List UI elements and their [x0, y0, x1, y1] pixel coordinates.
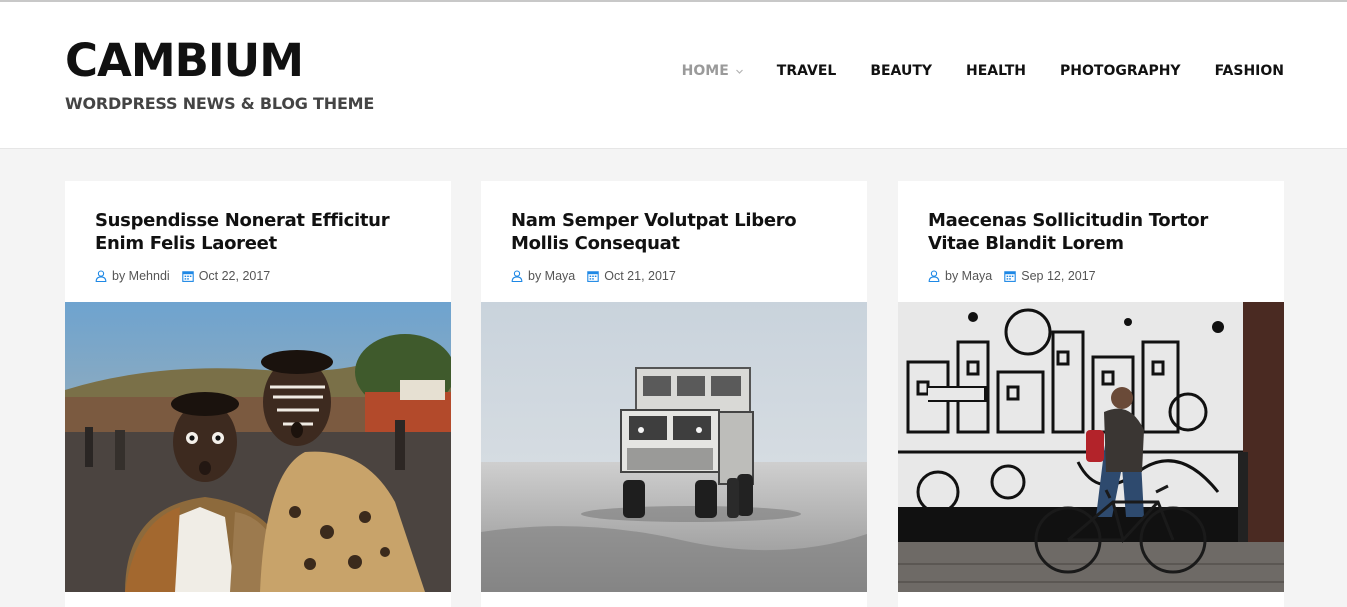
- nav-item-label: TRAVEL: [776, 63, 837, 79]
- post-title-link[interactable]: Suspendisse Nonerat Efficitur Enim Felis…: [95, 209, 425, 255]
- post-image-graffiti-cyclist: [898, 302, 1284, 592]
- calendar-icon: [181, 270, 194, 282]
- post-thumbnail[interactable]: [898, 302, 1284, 592]
- post-image-truck-snow: [481, 302, 867, 592]
- post-author-name: by Maya: [528, 269, 576, 283]
- post-thumbnail[interactable]: [481, 302, 867, 592]
- post-date-text: Oct 22, 2017: [198, 269, 271, 283]
- post-meta: by Maya Sep 12, 2017: [928, 269, 1108, 283]
- post-card: Nam Semper Volutpat Libero Mollis Conseq…: [481, 181, 867, 607]
- user-icon: [928, 270, 940, 282]
- nav-item-label: FASHION: [1214, 63, 1284, 79]
- site-tagline: WORDPRESS NEWS & BLOG THEME: [65, 94, 375, 113]
- post-date[interactable]: Oct 22, 2017: [181, 269, 271, 283]
- post-image-face-paint: [65, 302, 451, 592]
- calendar-icon: [1004, 270, 1016, 282]
- post-author-name: by Maya: [945, 269, 993, 283]
- branding: CAMBIUM WORDPRESS NEWS & BLOG THEME: [65, 36, 375, 114]
- site-title-link[interactable]: CAMBIUM: [65, 36, 374, 86]
- post-meta: by Maya Oct 21, 2017: [511, 269, 688, 283]
- post-author[interactable]: by Maya: [511, 269, 575, 283]
- calendar-icon: [587, 270, 599, 282]
- post-card: Suspendisse Nonerat Efficitur Enim Felis…: [65, 181, 451, 607]
- post-date-text: Sep 12, 2017: [1021, 269, 1096, 283]
- nav-item-travel[interactable]: TRAVEL: [777, 63, 837, 79]
- nav-item-label: PHOTOGRAPHY: [1060, 63, 1181, 79]
- main-navigation: HOME TRAVEL BEAUTY HEALTH PHOTOGRAPHY FA…: [682, 63, 1284, 79]
- post-date[interactable]: Oct 21, 2017: [587, 269, 676, 283]
- post-author[interactable]: by Mehndi: [95, 269, 170, 283]
- post-date-text: Oct 21, 2017: [604, 269, 676, 283]
- chevron-down-icon: [735, 68, 743, 75]
- post-author[interactable]: by Maya: [928, 269, 992, 283]
- post-title-link[interactable]: Nam Semper Volutpat Libero Mollis Conseq…: [511, 209, 841, 255]
- post-thumbnail[interactable]: [65, 302, 451, 592]
- nav-item-label: BEAUTY: [870, 63, 933, 79]
- nav-item-fashion[interactable]: FASHION: [1215, 63, 1284, 79]
- nav-item-home[interactable]: HOME: [682, 63, 743, 79]
- nav-item-photography[interactable]: PHOTOGRAPHY: [1060, 63, 1181, 79]
- nav-item-label: HOME: [681, 63, 729, 79]
- site-header: CAMBIUM WORDPRESS NEWS & BLOG THEME HOME…: [0, 2, 1347, 149]
- nav-item-health[interactable]: HEALTH: [966, 63, 1026, 79]
- post-card: Maecenas Sollicitudin Tortor Vitae Bland…: [898, 181, 1284, 607]
- post-date[interactable]: Sep 12, 2017: [1004, 269, 1096, 283]
- user-icon: [95, 270, 107, 282]
- post-title-link[interactable]: Maecenas Sollicitudin Tortor Vitae Bland…: [928, 209, 1258, 255]
- nav-item-beauty[interactable]: BEAUTY: [870, 63, 932, 79]
- nav-item-label: HEALTH: [966, 63, 1027, 79]
- post-author-name: by Mehndi: [112, 269, 170, 283]
- post-grid: Suspendisse Nonerat Efficitur Enim Felis…: [65, 181, 1285, 607]
- user-icon: [511, 270, 523, 282]
- post-meta: by Mehndi Oct 22, 2017: [95, 269, 282, 283]
